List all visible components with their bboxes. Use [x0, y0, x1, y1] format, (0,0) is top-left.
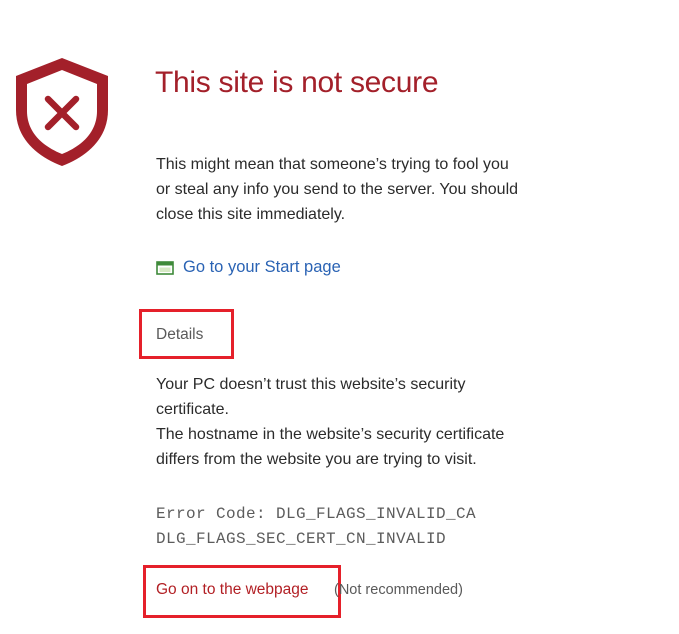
go-on-to-webpage-link[interactable]: Go on to the webpage [156, 581, 309, 599]
error-code-line: Error Code: DLG_FLAGS_INVALID_CA [156, 505, 477, 523]
error-code: Error Code: DLG_FLAGS_INVALID_CA DLG_FLA… [156, 502, 476, 552]
details-toggle[interactable]: Details [156, 326, 203, 344]
security-warning-page: This site is not secure This might mean … [0, 0, 679, 634]
start-page-icon [156, 260, 174, 275]
start-page-label[interactable]: Go to your Start page [183, 258, 341, 277]
error-code-line: DLG_FLAGS_SEC_CERT_CN_INVALID [156, 530, 447, 548]
not-recommended-note: (Not recommended) [334, 582, 463, 598]
details-line: differs from the website you are trying … [156, 451, 477, 468]
details-line: Your PC doesn’t trust this website’s sec… [156, 376, 466, 393]
go-to-start-page-link[interactable]: Go to your Start page [156, 258, 341, 277]
details-line: certificate. [156, 401, 229, 418]
warning-description: This might mean that someone’s trying to… [156, 152, 626, 227]
description-line: or steal any info you send to the server… [156, 181, 519, 198]
details-line: The hostname in the website’s security c… [156, 426, 505, 443]
shield-x-icon [16, 58, 108, 166]
page-title: This site is not secure [155, 66, 439, 99]
description-line: close this site immediately. [156, 206, 346, 223]
description-line: This might mean that someone’s trying to… [156, 156, 509, 173]
certificate-details: Your PC doesn’t trust this website’s sec… [156, 372, 616, 472]
